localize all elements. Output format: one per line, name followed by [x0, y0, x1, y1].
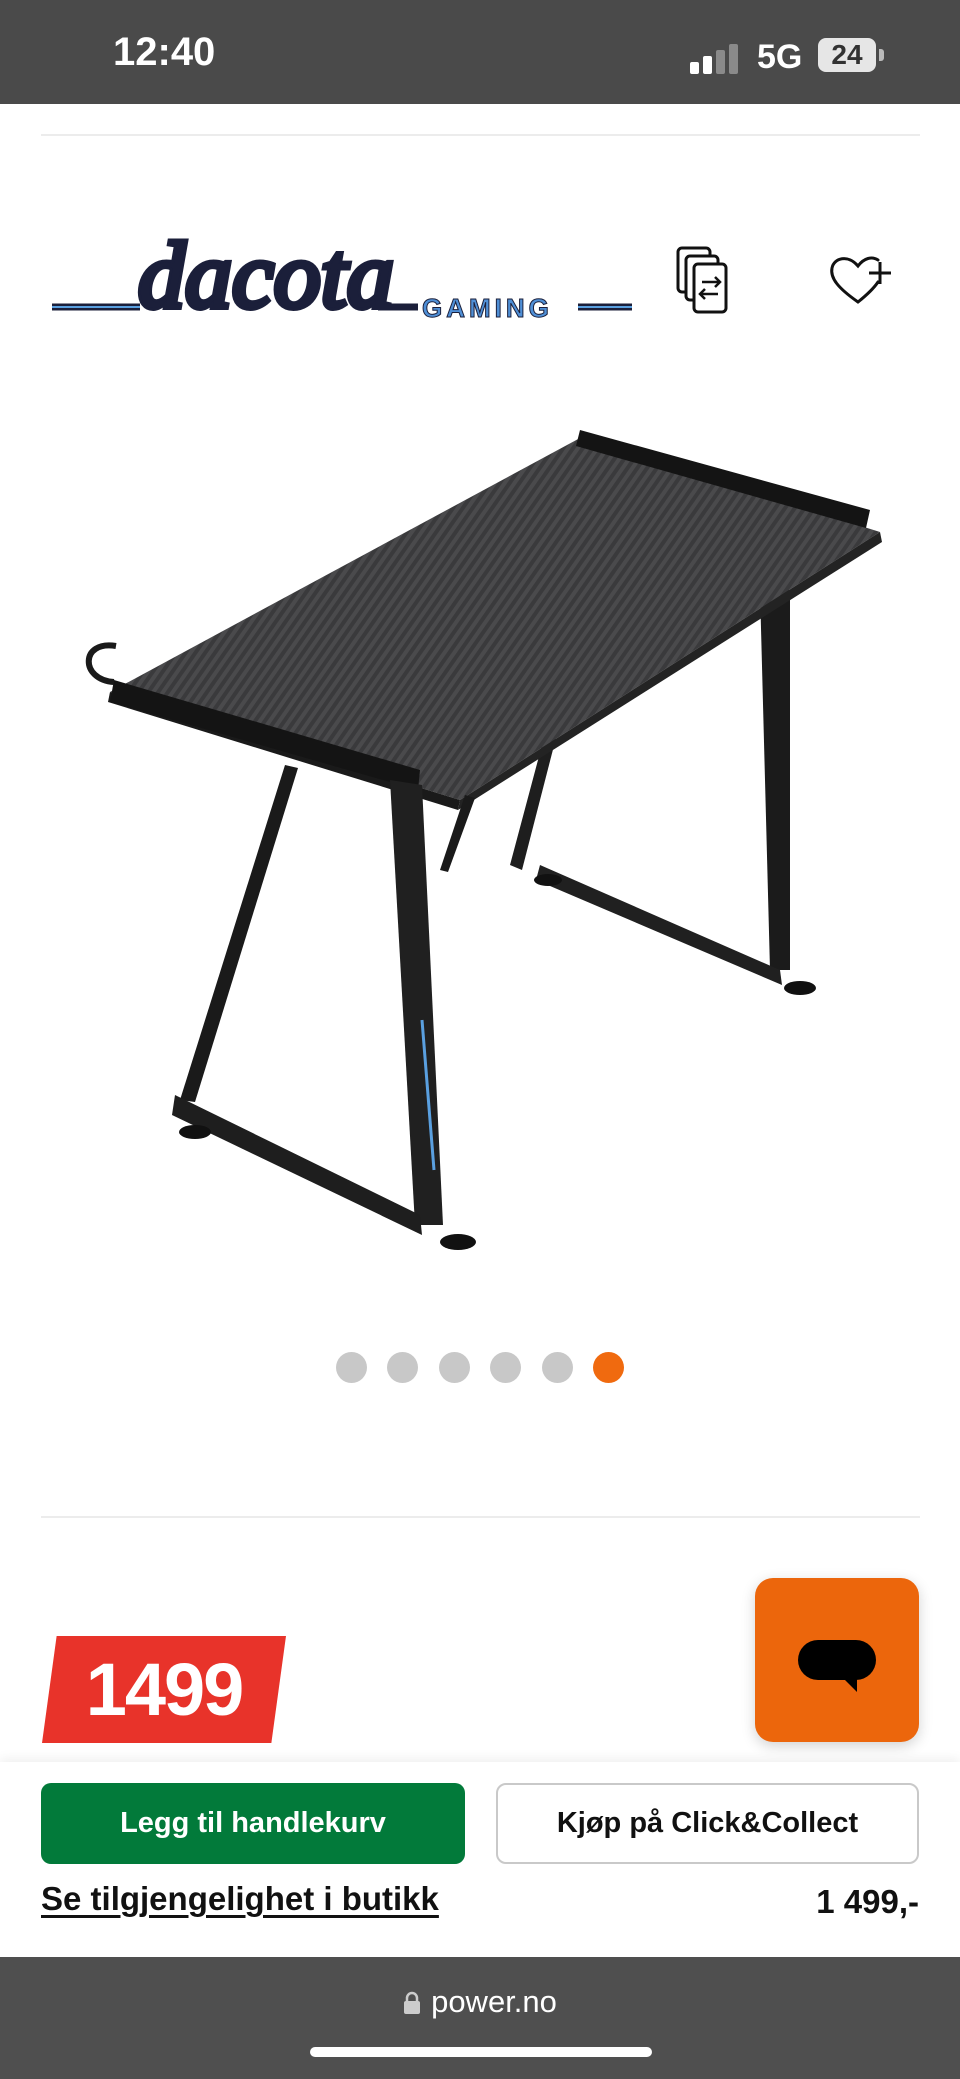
price-badge: 1499	[42, 1636, 286, 1743]
brand-subtitle: GAMING	[422, 293, 553, 323]
divider-top	[41, 134, 920, 136]
chat-bubble-icon	[798, 1640, 876, 1692]
add-to-cart-button[interactable]: Legg til handlekurv	[41, 1783, 465, 1864]
status-time: 12:40	[113, 30, 216, 74]
product-image[interactable]	[70, 410, 890, 1270]
gallery-dot-5[interactable]	[542, 1352, 573, 1383]
gallery-dot-3[interactable]	[439, 1352, 470, 1383]
divider-mid	[41, 1516, 920, 1518]
brand-logo: dacota dacota GAMING	[52, 235, 632, 325]
gallery-dot-1[interactable]	[336, 1352, 367, 1383]
store-availability-link[interactable]: Se tilgjengelighet i butikk	[41, 1880, 439, 1918]
product-price: 1 499,-	[816, 1883, 919, 1920]
brand-wordmark-fill: dacota	[138, 235, 394, 325]
status-bar: 12:40 5G 24	[0, 0, 960, 104]
gallery-dot-4[interactable]	[490, 1352, 521, 1383]
gallery-dot-6-active[interactable]	[593, 1352, 624, 1383]
battery-icon: 24	[818, 38, 876, 72]
battery-tip	[879, 49, 884, 61]
lock-icon	[403, 1987, 421, 2023]
network-type: 5G	[757, 38, 803, 76]
heart-plus-icon[interactable]	[818, 240, 898, 320]
chat-button[interactable]	[755, 1578, 919, 1742]
gallery-dot-2[interactable]	[387, 1352, 418, 1383]
click-collect-button[interactable]: Kjøp på Click&Collect	[496, 1783, 919, 1864]
url-text: power.no	[431, 1984, 557, 2019]
signal-icon	[690, 44, 740, 74]
compare-icon[interactable]	[664, 240, 744, 320]
home-indicator[interactable]	[310, 2047, 652, 2057]
url-bar[interactable]: power.no	[0, 1984, 960, 2023]
